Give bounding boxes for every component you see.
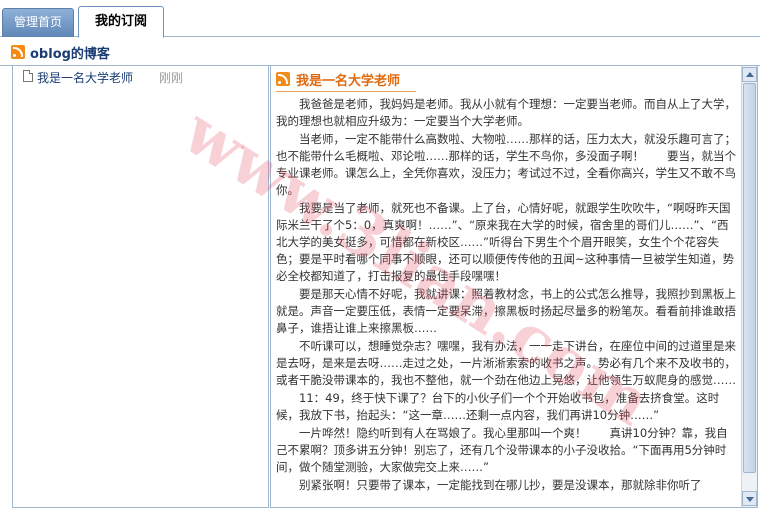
scroll-up-button[interactable] [742,67,757,82]
post-list: 我是一名大学老师 刚刚 [12,66,269,508]
tab-my-subscriptions[interactable]: 我的订阅 [78,6,164,38]
scroll-down-button[interactable] [742,491,757,506]
tab-bar: 管理首页 我的订阅 [0,0,760,38]
article-content: 我是一名大学老师 我爸爸是老师，我妈妈是老师。我从小就有个理想：一定要当老师。而… [276,68,736,504]
vertical-scrollbar[interactable] [741,66,757,507]
article-header: 我是一名大学老师 [276,68,736,92]
tab-admin-home[interactable]: 管理首页 [2,8,74,37]
rss-icon [11,45,25,59]
article-paragraph: 我要是当了老师，就死也不备课。上了台，心情好呢，就跟学生吹吹牛，“啊呀昨天国际米… [276,201,735,283]
article-paragraph: 不听课可以，想睡觉杂志？嘿嘿，我有办法，一一走下讲台，在座位中间的过道里是来是去… [276,339,736,387]
blog-title[interactable]: oblog的博客 [30,43,110,62]
article-paragraph: 当老师，一定不能带什么高数啦、大物啦……那样的话，压力太大，就没乐趣可言了；也不… [276,132,736,197]
scroll-thumb[interactable] [743,83,756,473]
article-paragraph: 别紧张啊！只要带了课本，一定能找到在哪儿抄，要是没课本，那就除非你听了 [299,478,702,492]
article-paragraph: 11：49，终于快下课了？台下的小伙子们一个个开始收书包，准备去挤食堂。这时候，… [276,391,720,422]
rss-icon [276,72,290,86]
post-time: 刚刚 [159,71,184,85]
document-icon [23,70,33,82]
article-paragraph: 我爸爸是老师，我妈妈是老师。我从小就有个理想：一定要当老师。而自从上了大学，我的… [276,97,736,128]
article-paragraph: 一片哗然！隐约听到有人在骂娘了。我心里那叫一个爽！ 真讲10分钟？靠，我自己不累… [276,426,728,474]
blog-header: oblog的博客 [0,38,760,66]
article-paragraph: 要是那天心情不好呢，我就讲课：照着教材念，书上的公式怎么推导，我照抄到黑板上就是… [276,287,736,335]
article-title[interactable]: 我是一名大学老师 [296,70,400,89]
article-pane: 我是一名大学老师 我爸爸是老师，我妈妈是老师。我从小就有个理想：一定要当老师。而… [270,66,758,508]
post-title[interactable]: 我是一名大学老师 [37,69,133,86]
